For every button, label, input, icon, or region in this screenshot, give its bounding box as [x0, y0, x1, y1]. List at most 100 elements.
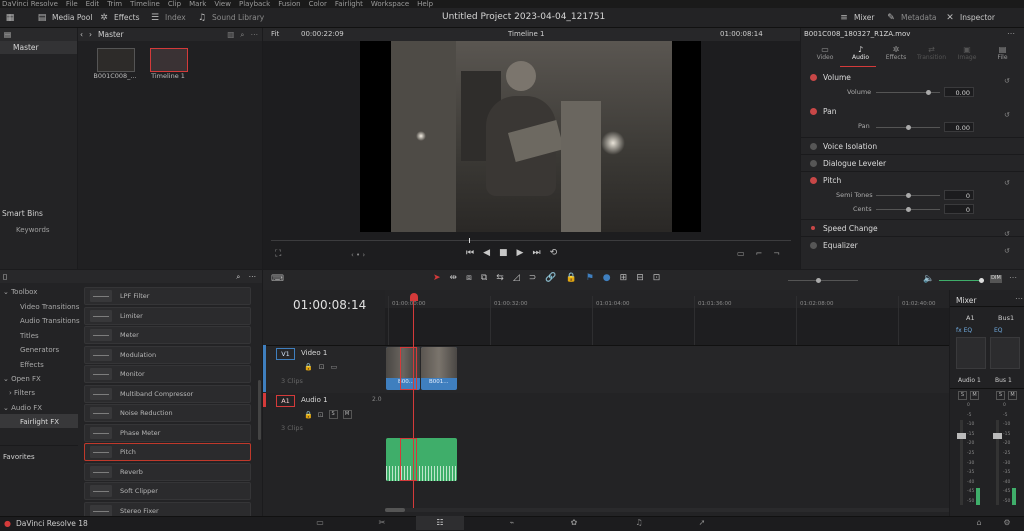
inspector-tab-image[interactable]: ▣ Image	[952, 45, 982, 61]
inspector-tab-file[interactable]: ▤ File	[988, 45, 1018, 61]
keywords-bin[interactable]: Keywords	[16, 226, 50, 234]
video-auto-select-icon[interactable]: ⊡	[319, 363, 325, 371]
mixer-a1-pan-box[interactable]	[956, 337, 986, 369]
menu-playback[interactable]: Playback	[239, 0, 270, 8]
pan-slider-knob[interactable]	[906, 125, 911, 130]
workspace-icon[interactable]: ▦	[4, 11, 16, 24]
mixer-bus1-solo[interactable]: S	[996, 391, 1005, 400]
mixer-bus1-fader[interactable]	[993, 433, 1002, 439]
mixer-a1-fader[interactable]	[957, 433, 966, 439]
timeline-thumbnail[interactable]	[150, 48, 188, 72]
menu-edit[interactable]: Edit	[86, 0, 100, 8]
fx-item-multiband-compressor[interactable]: Multiband Compressor	[84, 384, 251, 403]
playhead-handle[interactable]	[410, 293, 418, 301]
speed-reset-icon[interactable]: ↺	[1004, 226, 1010, 243]
deliver-page-icon[interactable]: ➚	[695, 518, 709, 528]
pan-enable-toggle[interactable]	[810, 107, 817, 115]
fx-item-phase-meter[interactable]: Phase Meter	[84, 423, 251, 442]
edit-page-icon[interactable]: ☷	[433, 518, 447, 528]
semi-tones-value[interactable]: 0	[944, 190, 974, 200]
timeline-view-options-icon[interactable]: ⌨	[271, 274, 284, 284]
menu-mark[interactable]: Mark	[189, 0, 206, 8]
zoom-fit-dropdown[interactable]: Fit	[271, 30, 279, 38]
semi-tones-slider[interactable]	[876, 193, 940, 198]
cents-value[interactable]: 0	[944, 204, 974, 214]
generators-category[interactable]: Generators	[20, 346, 59, 354]
pitch-enable-toggle[interactable]	[810, 176, 817, 184]
menu-timeline[interactable]: Timeline	[130, 0, 160, 8]
fairlight-page-icon[interactable]: ♫	[632, 518, 646, 528]
open-fx-category[interactable]: ⌄ Open FX	[3, 375, 41, 383]
voice-isolation-toggle[interactable]	[810, 142, 817, 150]
mixer-more-icon[interactable]: ⋯	[1015, 294, 1023, 303]
snapping-icon[interactable]: ⊃	[529, 273, 537, 283]
effects-category[interactable]: Effects	[20, 361, 44, 369]
fx-list-scrollbar[interactable]	[258, 380, 261, 440]
selection-tool-icon[interactable]: ➤	[433, 273, 441, 283]
solo-button[interactable]: S	[328, 410, 338, 419]
index-button[interactable]: ☰ Index	[149, 11, 186, 24]
menu-workspace[interactable]: Workspace	[371, 0, 409, 8]
inspector-tab-audio[interactable]: ♪ Audio	[846, 45, 876, 61]
mixer-a1-solo[interactable]: S	[958, 391, 967, 400]
fx-item-limiter[interactable]: Limiter	[84, 306, 251, 325]
playhead-line[interactable]	[413, 300, 414, 510]
video-enable-icon[interactable]: ▭	[331, 363, 338, 371]
menu-view[interactable]: View	[214, 0, 231, 8]
volume-value[interactable]: 0.00	[944, 87, 974, 97]
semi-tones-knob[interactable]	[906, 193, 911, 198]
zoom-detail-icon[interactable]: ⊟	[636, 273, 644, 283]
audio-transitions-category[interactable]: Audio Transitions	[20, 317, 80, 325]
mute-button[interactable]: M	[342, 410, 352, 419]
link-icon[interactable]: 🔗	[545, 273, 556, 283]
mixer-bus1-pan-box[interactable]	[990, 337, 1020, 369]
video-transitions-category[interactable]: Video Transitions	[20, 303, 79, 311]
more-options-icon[interactable]: ⋯	[251, 30, 263, 39]
slip-tool-icon[interactable]: ⇆	[496, 273, 504, 283]
fusion-page-icon[interactable]: ⌁	[505, 518, 519, 528]
video-clip-2[interactable]: B001...	[421, 347, 457, 390]
color-page-icon[interactable]: ✿	[567, 518, 581, 528]
dim-button[interactable]: DIM	[990, 275, 1002, 283]
cut-page-icon[interactable]: ✂	[375, 518, 389, 528]
cents-slider[interactable]	[876, 207, 940, 212]
effects-button[interactable]: ✲ Effects	[98, 11, 139, 24]
volume-slider[interactable]	[876, 90, 940, 95]
fx-item-monitor[interactable]: Monitor	[84, 365, 251, 383]
dialogue-leveler-header[interactable]: Dialogue Leveler	[808, 155, 1018, 171]
audio-track-id[interactable]: A1	[276, 395, 295, 407]
mixer-bus1-eq[interactable]: EQ	[994, 327, 1003, 334]
inspector-tab-effects[interactable]: ✲ Effects	[881, 45, 911, 61]
menu-help[interactable]: Help	[417, 0, 433, 8]
menu-fairlight[interactable]: Fairlight	[335, 0, 363, 8]
bin-list-icon[interactable]: ▤	[4, 30, 11, 39]
audio-fx-category[interactable]: ⌄ Audio FX	[3, 404, 42, 412]
fade-tool-icon[interactable]: ◿	[513, 273, 520, 283]
video-track-id[interactable]: V1	[276, 348, 295, 360]
menu-color[interactable]: Color	[309, 0, 327, 8]
settings-icon[interactable]: ⚙	[1000, 518, 1014, 528]
master-volume-slider[interactable]	[939, 278, 984, 283]
master-volume-knob[interactable]	[979, 278, 984, 283]
dialogue-leveler-toggle[interactable]	[810, 159, 817, 167]
inspector-tab-transition[interactable]: ⇄ Transition	[917, 45, 947, 61]
inspector-tab-video[interactable]: ▭ Video	[810, 45, 840, 61]
volume-section-header[interactable]: Volume	[808, 69, 1018, 85]
speed-change-header[interactable]: Speed Change	[808, 220, 1018, 236]
pan-value[interactable]: 0.00	[944, 122, 974, 132]
effects-more-icon[interactable]: ⋯	[241, 272, 263, 281]
jog-control[interactable]: ‹ • ›	[351, 251, 365, 259]
volume-reset-icon[interactable]: ↺	[1004, 73, 1010, 90]
mark-in-icon[interactable]: ⌐	[756, 249, 763, 258]
menu-fusion[interactable]: Fusion	[278, 0, 300, 8]
selected-video-segment[interactable]	[400, 347, 417, 390]
fx-item-noise-reduction[interactable]: Noise Reduction	[84, 404, 251, 422]
fx-item-soft-clipper[interactable]: Soft Clipper	[84, 482, 251, 500]
voice-isolation-header[interactable]: Voice Isolation	[808, 138, 1018, 154]
audio-track-name[interactable]: Audio 1	[301, 396, 328, 404]
timeline-scrollbar[interactable]	[385, 508, 949, 512]
go-to-start-icon[interactable]: ⏮	[466, 248, 474, 258]
fx-item-lpf-filter[interactable]: LPF Filter	[84, 287, 251, 305]
back-icon[interactable]: ‹	[80, 30, 83, 39]
volume-slider-knob[interactable]	[926, 90, 931, 95]
